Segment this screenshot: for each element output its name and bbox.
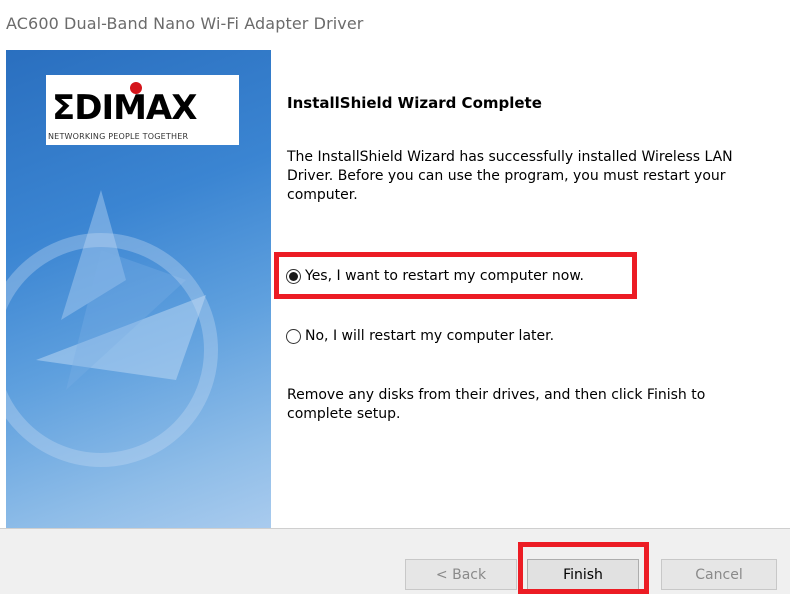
- radio-dot-icon: [289, 271, 298, 281]
- finish-instructions: Remove any disks from their drives, and …: [287, 387, 706, 422]
- highlight-finish-button: [518, 542, 649, 594]
- wizard-heading: InstallShield Wizard Complete: [287, 94, 542, 112]
- logo-wordmark: ΣDIMAX: [52, 88, 197, 128]
- edimax-logo: ΣDIMAX NETWORKING PEOPLE TOGETHER: [46, 75, 239, 145]
- wizard-message: The InstallShield Wizard has successfull…: [287, 149, 733, 203]
- back-button[interactable]: < Back: [405, 559, 517, 590]
- logo-red-dot: [130, 82, 142, 94]
- restart-now-label: Yes, I want to restart my computer now.: [305, 268, 584, 284]
- side-banner: ΣDIMAX NETWORKING PEOPLE TOGETHER: [6, 50, 271, 528]
- restart-later-option[interactable]: No, I will restart my computer later.: [286, 328, 554, 344]
- restart-later-label: No, I will restart my computer later.: [305, 328, 555, 344]
- window-title: AC600 Dual-Band Nano Wi-Fi Adapter Drive…: [6, 14, 364, 33]
- logo-tagline: NETWORKING PEOPLE TOGETHER: [48, 132, 189, 141]
- radio-button-selected[interactable]: [286, 268, 301, 284]
- restart-now-option[interactable]: Yes, I want to restart my computer now.: [286, 268, 584, 284]
- cancel-button[interactable]: Cancel: [661, 559, 777, 590]
- radio-button-unselected[interactable]: [286, 328, 301, 344]
